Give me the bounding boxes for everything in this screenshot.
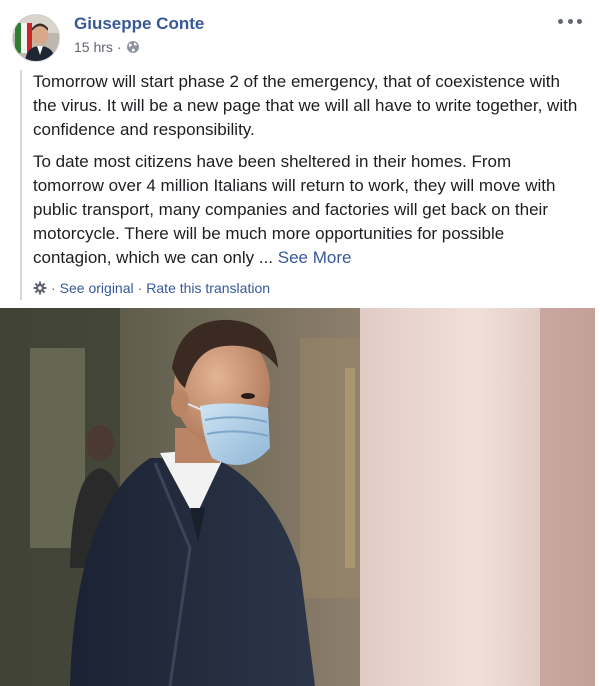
see-original-link[interactable]: See original xyxy=(60,280,134,296)
see-more-link[interactable]: See More xyxy=(278,248,352,267)
more-options-icon[interactable] xyxy=(558,14,582,28)
author-name[interactable]: Giuseppe Conte xyxy=(74,14,204,34)
more-dot xyxy=(577,18,582,24)
more-dot xyxy=(567,18,573,24)
post-body: Tomorrow will start phase 2 of the emerg… xyxy=(20,70,582,300)
translation-bar: · See original · Rate this translation xyxy=(33,276,582,300)
post-paragraph-2: To date most citizens have been sheltere… xyxy=(33,150,582,270)
rate-translation-link[interactable]: Rate this translation xyxy=(146,280,270,296)
meta-separator: · xyxy=(116,39,122,55)
post-header: Giuseppe Conte 15 hrs · xyxy=(0,0,600,70)
more-dot xyxy=(558,18,563,24)
post-meta: 15 hrs · xyxy=(74,39,140,55)
translation-separator: · xyxy=(137,280,143,296)
post-timestamp[interactable]: 15 hrs xyxy=(74,39,113,55)
post-photo[interactable] xyxy=(0,308,595,686)
facebook-post: Giuseppe Conte 15 hrs · Tomorrow will st… xyxy=(0,0,600,686)
avatar-image xyxy=(13,15,59,61)
post-paragraph-1: Tomorrow will start phase 2 of the emerg… xyxy=(33,72,578,139)
translation-separator: · xyxy=(51,280,56,296)
photo-image xyxy=(0,308,595,686)
gear-icon[interactable] xyxy=(33,281,47,295)
globe-icon[interactable] xyxy=(126,40,140,54)
author-avatar[interactable] xyxy=(12,14,60,62)
